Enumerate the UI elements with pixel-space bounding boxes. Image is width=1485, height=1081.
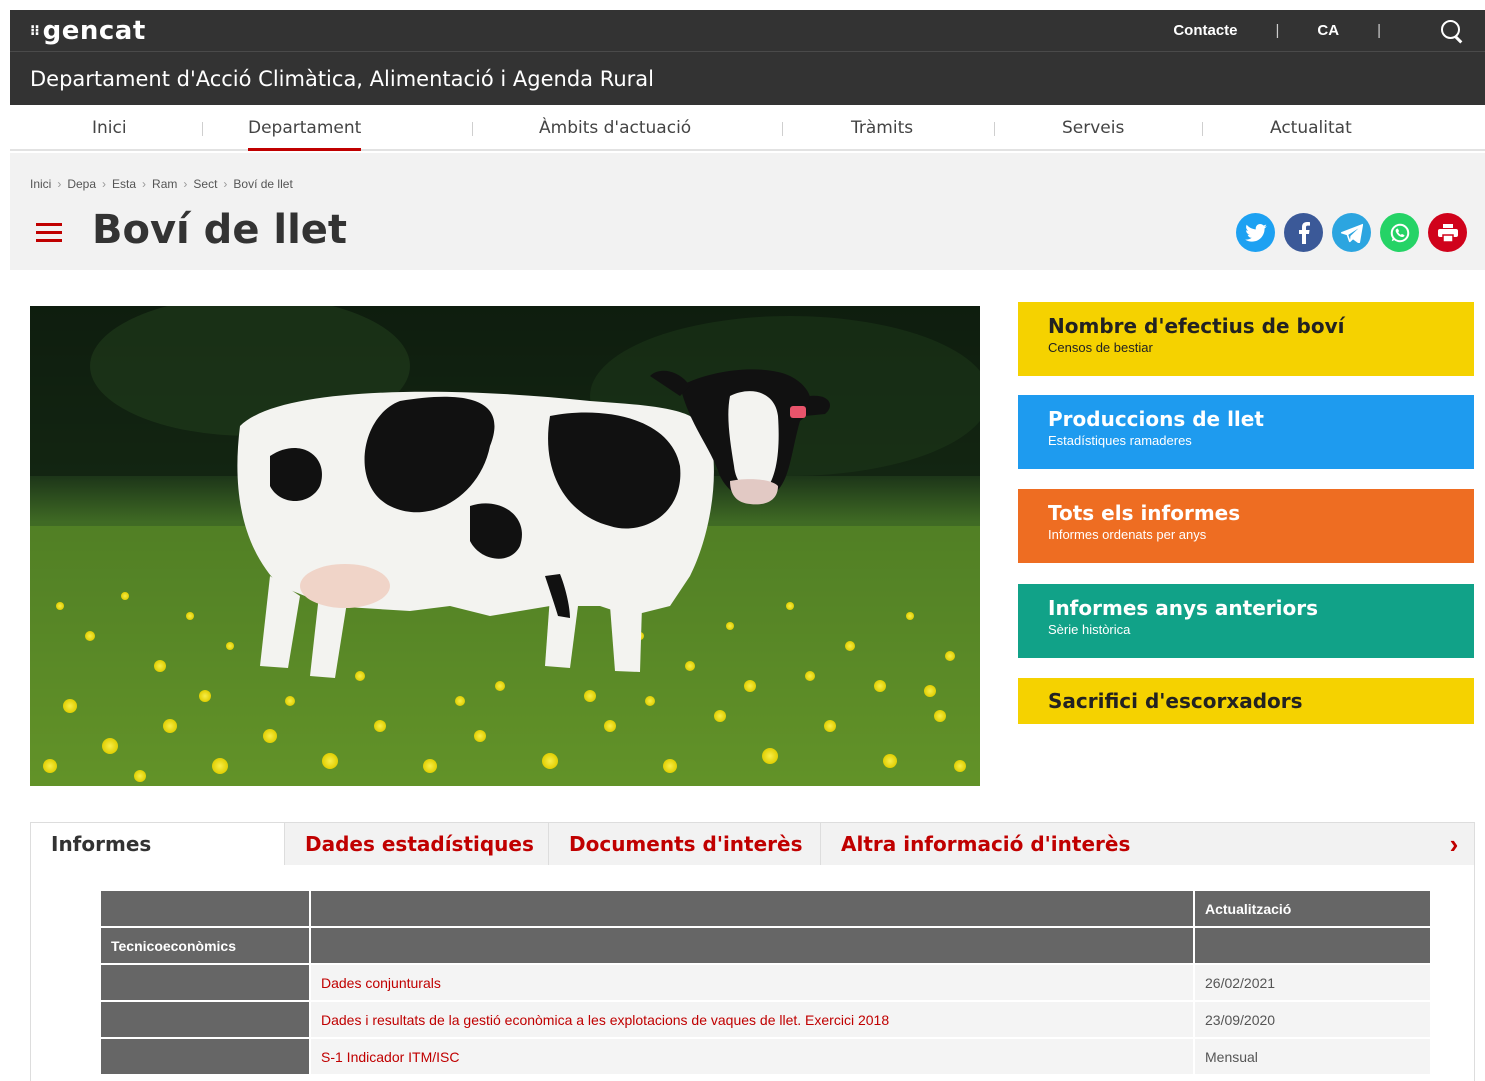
nav-divider xyxy=(1202,122,1203,136)
card-sacrifici-escorxadors[interactable]: Sacrifici d'escorxadors xyxy=(1018,678,1474,724)
breadcrumb-item[interactable]: Esta xyxy=(112,177,136,191)
table-cell xyxy=(309,926,1195,965)
main-nav: Inici Departament Àmbits d'actuació Tràm… xyxy=(10,105,1485,151)
page-title: Boví de llet xyxy=(92,207,348,253)
top-header: ⁝⁝ gencat Contacte | CA | Departament d'… xyxy=(10,10,1485,105)
tab-dades-estadistiques[interactable]: Dades estadístiques xyxy=(285,823,549,865)
top-header-row: ⁝⁝ gencat Contacte | CA | xyxy=(10,10,1485,52)
table-row: S-1 Indicador ITM/ISC Mensual xyxy=(99,1037,1432,1076)
twitter-icon[interactable] xyxy=(1236,213,1275,252)
nav-divider xyxy=(994,122,995,136)
section-label: Tecnicoeconòmics xyxy=(99,926,311,965)
share-buttons xyxy=(1236,213,1467,252)
table-section-row: Tecnicoeconòmics xyxy=(99,926,1432,965)
table-header-cell xyxy=(309,889,1195,928)
card-produccions-llet[interactable]: Produccions de llet Estadístiques ramade… xyxy=(1018,395,1474,469)
breadcrumb-item[interactable]: Inici xyxy=(30,177,51,191)
info-tabs: Informes Dades estadístiques Documents d… xyxy=(30,822,1475,1081)
card-subtitle: Estadístiques ramaderes xyxy=(1048,433,1192,448)
contact-link[interactable]: Contacte xyxy=(1173,22,1237,39)
department-name[interactable]: Departament d'Acció Climàtica, Alimentac… xyxy=(10,52,1485,105)
chevron-right-icon[interactable]: › xyxy=(1434,823,1474,865)
page-header: Inici › Depa › Esta › Ram › Sect › Boví de ll… xyxy=(10,153,1485,270)
facebook-icon[interactable] xyxy=(1284,213,1323,252)
breadcrumb-chevron-icon: › xyxy=(183,177,188,191)
tab-informes[interactable]: Informes xyxy=(31,823,285,865)
table-cell xyxy=(99,963,311,1002)
table-row: Dades conjunturals 26/02/2021 xyxy=(99,963,1432,1002)
whatsapp-icon[interactable] xyxy=(1380,213,1419,252)
breadcrumb-item[interactable]: Sect xyxy=(193,177,217,191)
breadcrumb-item[interactable]: Depa xyxy=(67,177,96,191)
breadcrumb-chevron-icon: › xyxy=(57,177,62,191)
logo-text: gencat xyxy=(42,15,146,46)
nav-item-departament[interactable]: Departament xyxy=(226,105,383,151)
logo-dots-icon: ⁝⁝ xyxy=(30,22,40,39)
divider: | xyxy=(1275,22,1280,39)
table-header-update: Actualització xyxy=(1193,889,1432,928)
tab-altra-informacio[interactable]: Altra informació d'interès xyxy=(821,823,1434,865)
breadcrumb-chevron-icon: › xyxy=(142,177,147,191)
card-subtitle: Censos de bestiar xyxy=(1048,340,1153,355)
table-cell xyxy=(99,1037,311,1076)
card-subtitle: Informes ordenats per anys xyxy=(1048,527,1207,542)
table-cell xyxy=(1193,926,1432,965)
card-title: Informes anys anteriors xyxy=(1048,596,1318,620)
print-icon[interactable] xyxy=(1428,213,1467,252)
breadcrumb-chevron-icon: › xyxy=(102,177,107,191)
nav-item-ambits[interactable]: Àmbits d'actuació xyxy=(539,105,691,151)
card-title: Produccions de llet xyxy=(1048,407,1264,431)
top-right-links: Contacte | CA | xyxy=(1173,18,1465,44)
card-title: Tots els informes xyxy=(1048,501,1241,525)
nav-item-tramits[interactable]: Tràmits xyxy=(851,105,913,151)
language-selector[interactable]: CA xyxy=(1317,22,1339,39)
card-subtitle: Sèrie històrica xyxy=(1048,622,1131,637)
report-link[interactable]: Dades conjunturals xyxy=(309,963,1195,1002)
cow-photo xyxy=(30,306,980,786)
nav-item-inici[interactable]: Inici xyxy=(92,105,127,151)
report-link[interactable]: Dades i resultats de la gestió econòmica… xyxy=(309,1000,1195,1039)
card-title: Sacrifici d'escorxadors xyxy=(1048,689,1303,713)
menu-icon[interactable] xyxy=(36,223,62,243)
breadcrumb-chevron-icon: › xyxy=(223,177,228,191)
tab-documents-interes[interactable]: Documents d'interès xyxy=(549,823,821,865)
nav-divider xyxy=(782,122,783,136)
card-efectius-bovi[interactable]: Nombre d'efectius de boví Censos de best… xyxy=(1018,302,1474,376)
report-update: 26/02/2021 xyxy=(1193,963,1432,1002)
table-header-row: Actualització xyxy=(99,889,1432,928)
card-tots-informes[interactable]: Tots els informes Informes ordenats per … xyxy=(1018,489,1474,563)
report-update: 23/09/2020 xyxy=(1193,1000,1432,1039)
nav-item-serveis[interactable]: Serveis xyxy=(1062,105,1124,151)
nav-divider xyxy=(202,122,203,136)
card-title: Nombre d'efectius de boví xyxy=(1048,314,1345,338)
nav-divider xyxy=(472,122,473,136)
gencat-logo[interactable]: ⁝⁝ gencat xyxy=(30,16,146,46)
report-update: Mensual xyxy=(1193,1037,1432,1076)
telegram-icon[interactable] xyxy=(1332,213,1371,252)
card-informes-anteriors[interactable]: Informes anys anteriors Sèrie històrica xyxy=(1018,584,1474,658)
report-link[interactable]: S-1 Indicador ITM/ISC xyxy=(309,1037,1195,1076)
breadcrumb-item[interactable]: Ram xyxy=(152,177,177,191)
table-cell xyxy=(99,1000,311,1039)
table-header-cell xyxy=(99,889,311,928)
breadcrumb-current: Boví de llet xyxy=(233,177,293,191)
table-row: Dades i resultats de la gestió econòmica… xyxy=(99,1000,1432,1039)
nav-item-actualitat[interactable]: Actualitat xyxy=(1270,105,1352,151)
divider: | xyxy=(1377,22,1381,39)
tab-bar: Informes Dades estadístiques Documents d… xyxy=(31,823,1474,865)
breadcrumb: Inici › Depa › Esta › Ram › Sect › Boví de ll… xyxy=(30,177,299,191)
search-icon[interactable] xyxy=(1439,18,1465,44)
reports-table: Actualització Tecnicoeconòmics Dades con… xyxy=(99,889,1432,1076)
